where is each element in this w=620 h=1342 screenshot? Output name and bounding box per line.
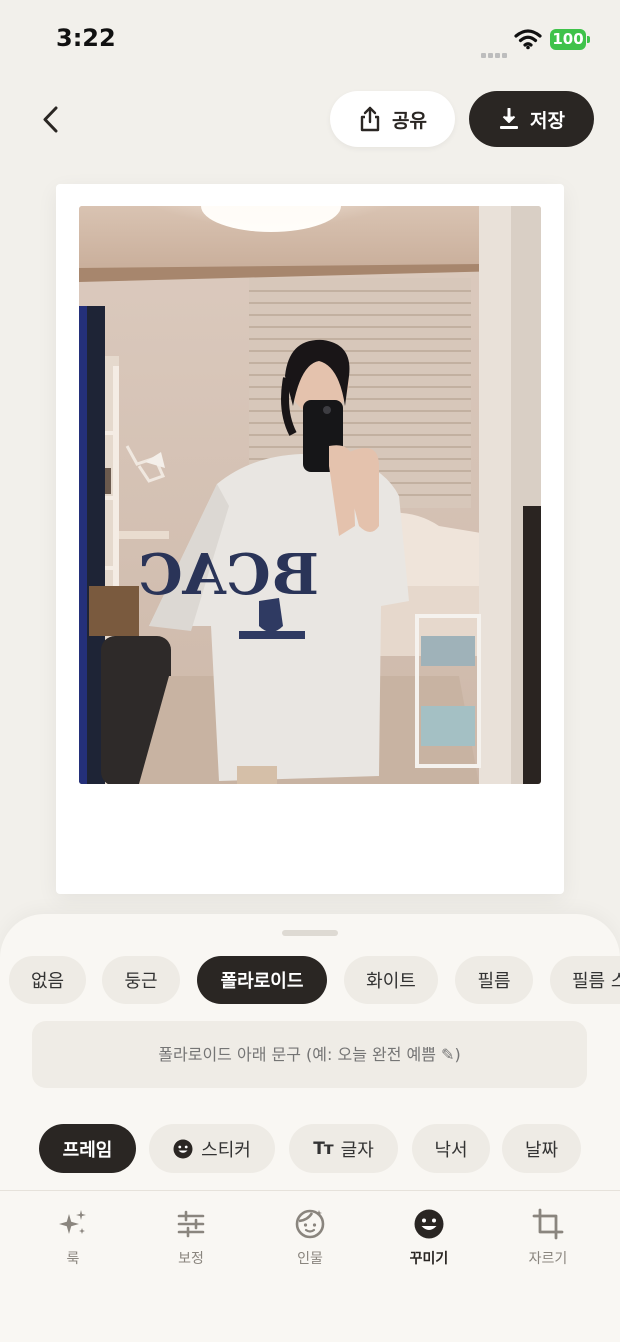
status-time: 3:22 [56,24,116,52]
nav-label: 꾸미기 [409,1251,449,1267]
svg-text:BCAC: BCAC [138,542,319,608]
tool-text[interactable]: Tт 글자 [289,1124,398,1173]
frame-option-white[interactable]: 화이트 [344,956,438,1004]
frame-option-film[interactable]: 필름 [455,956,533,1004]
smile-icon [173,1139,193,1158]
sliders-icon [177,1210,205,1238]
text-icon: Tт [313,1138,333,1159]
frame-option-rounded[interactable]: 둥근 [102,956,180,1004]
back-button[interactable] [36,100,68,140]
tool-label: 프레임 [62,1139,113,1161]
nav-label: 자르기 [528,1251,568,1267]
battery-icon: 100 [550,29,590,50]
tool-label: 날짜 [524,1139,559,1161]
caption-input[interactable] [32,1021,587,1088]
photo-preview[interactable]: BCAC [79,206,541,784]
frame-option-label: 화이트 [366,971,416,992]
share-icon [360,106,380,132]
polaroid-frame: BCAC [56,184,564,894]
tool-frame[interactable]: 프레임 [39,1124,136,1173]
face-icon [295,1209,325,1239]
tool-date[interactable]: 날짜 [502,1124,581,1173]
photo-image: BCAC [79,206,541,784]
nav-portrait[interactable]: 인물 [270,1208,350,1268]
nav-crop[interactable]: 자르기 [508,1208,588,1268]
sparkle-icon [59,1210,86,1234]
frame-option-film-strip[interactable]: 필름 스 [550,956,620,1004]
nav-label: 인물 [297,1251,323,1267]
tool-label: 스티커 [201,1139,251,1161]
chevron-left-icon [43,106,58,133]
frame-option-label: 둥근 [124,971,158,992]
divider [0,1190,620,1191]
nav-label: 보정 [178,1251,204,1267]
status-bar: 3:22 100 [0,0,620,80]
frame-option-label: 폴라로이드 [220,971,304,992]
smile-icon [414,1209,444,1239]
cellular-signal-icon [481,43,509,58]
download-icon [500,108,519,129]
save-label: 저장 [530,109,565,132]
crop-icon [532,1208,564,1240]
save-button[interactable]: 저장 [469,91,594,147]
nav-adjust[interactable]: 보정 [151,1208,231,1268]
frame-option-label: 필름 [477,971,511,992]
tool-label: 낙서 [434,1139,468,1161]
share-label: 공유 [392,109,427,132]
sheet-handle[interactable] [282,930,338,936]
share-button[interactable]: 공유 [330,91,455,147]
nav-decorate[interactable]: 꾸미기 [389,1208,469,1268]
nav-label: 룩 [66,1251,80,1267]
nav-look[interactable]: 룩 [33,1208,113,1268]
frame-option-none[interactable]: 없음 [9,956,86,1004]
frame-option-label: 없음 [30,971,65,992]
edit-sheet: 없음 둥근 폴라로이드 화이트 필름 필름 스 프레임 스티커 Tт 글자 낙서… [0,914,620,1342]
tool-sticker[interactable]: 스티커 [149,1124,275,1173]
frame-option-polaroid[interactable]: 폴라로이드 [197,956,327,1004]
frame-option-label: 필름 스 [572,971,620,992]
wifi-icon [514,29,542,50]
tool-label: 글자 [340,1139,374,1161]
tool-doodle[interactable]: 낙서 [412,1124,490,1173]
